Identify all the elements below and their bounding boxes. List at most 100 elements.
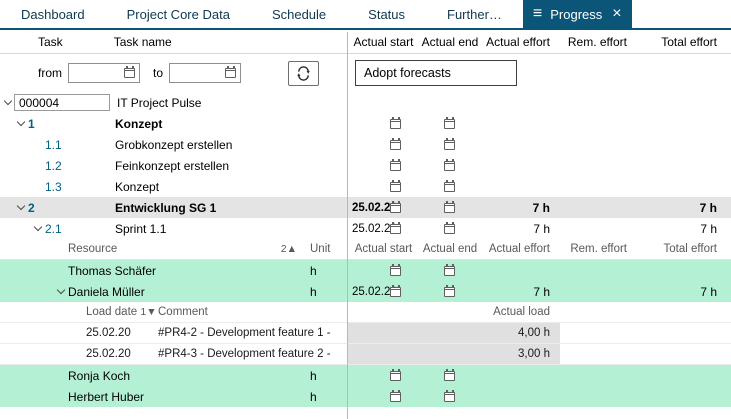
column-actual-start: Actual start (347, 30, 420, 53)
resource-row[interactable]: Thomas Schäfer h (0, 260, 731, 281)
chevron-down-icon[interactable] (14, 206, 28, 209)
task-row[interactable]: 1.1 Grobkonzept erstellen (0, 134, 731, 155)
resource-name: Daniela Müller (68, 285, 307, 299)
progress-view: Dashboard Project Core Data Schedule Sta… (0, 0, 731, 419)
resource-row[interactable]: Daniela Müller h 25.02.20 7 h 7 h (0, 281, 731, 302)
column-comment[interactable]: Comment (158, 306, 347, 318)
column-actual-effort: Actual effort (480, 30, 560, 53)
calendar-icon[interactable] (390, 224, 401, 234)
task-row[interactable]: 1.2 Feinkonzept erstellen (0, 155, 731, 176)
load-comment: #PR4-3 - Development feature 2 - (158, 348, 347, 360)
column-total-effort: Total effort (635, 30, 731, 53)
task-id[interactable]: 1.3 (45, 180, 115, 194)
to-label: to (153, 66, 163, 80)
column-total-effort: Total effort (635, 239, 731, 259)
calendar-icon[interactable] (444, 287, 455, 297)
task-row[interactable]: 2 Entwicklung SG 1 25.02.20 7 h 7 h (0, 197, 731, 218)
calendar-icon[interactable] (225, 68, 236, 78)
chevron-down-icon[interactable] (14, 122, 28, 125)
sort-indicator[interactable]: 2▲ (281, 243, 297, 255)
column-actual-end: Actual end (420, 239, 480, 259)
load-header-row: Load date 1▼ Comment Actual load (0, 302, 731, 323)
load-date: 25.02.20 (86, 348, 158, 360)
sort-indicator[interactable]: 1▼ (140, 306, 156, 318)
resource-header-row: Resource 2▲ Unit Actual start Actual end… (0, 239, 731, 260)
calendar-icon[interactable] (444, 203, 455, 213)
total-effort-value: 7 h (635, 281, 731, 302)
resource-row[interactable]: Ronja Koch h (0, 365, 731, 386)
calendar-icon[interactable] (444, 392, 455, 402)
column-header-row: Task Task name Actual start Actual end A… (0, 30, 731, 54)
task-row[interactable]: 2.1 Sprint 1.1 25.02.20 7 h 7 h (0, 218, 731, 239)
panel-divider (347, 32, 348, 419)
tab-further[interactable]: Further… (426, 0, 523, 28)
actual-start-value: 25.02.20 (352, 202, 390, 214)
chevron-down-icon[interactable] (2, 101, 14, 104)
calendar-icon[interactable] (444, 119, 455, 129)
task-name: Konzept (115, 117, 162, 131)
refresh-icon (296, 66, 311, 81)
calendar-icon[interactable] (444, 140, 455, 150)
actual-load-value: 3,00 h (347, 344, 560, 364)
resource-row[interactable]: Herbert Huber h (0, 386, 731, 407)
load-row[interactable]: 25.02.20 #PR4-2 - Development feature 1 … (0, 323, 731, 344)
total-effort-value: 7 h (635, 218, 731, 239)
calendar-icon[interactable] (390, 392, 401, 402)
filter-row: from to Adopt forecasts (0, 54, 731, 92)
calendar-icon[interactable] (444, 371, 455, 381)
calendar-icon[interactable] (444, 182, 455, 192)
tab-status[interactable]: Status (347, 0, 426, 28)
close-icon[interactable]: × (612, 6, 621, 22)
calendar-icon[interactable] (444, 161, 455, 171)
calendar-icon[interactable] (124, 68, 135, 78)
calendar-icon[interactable] (444, 266, 455, 276)
actual-load-value: 4,00 h (347, 323, 560, 343)
chevron-down-icon[interactable] (54, 290, 68, 293)
actual-start-value: 25.02.20 (352, 286, 390, 298)
load-row[interactable]: 25.02.20 #PR4-3 - Development feature 2 … (0, 344, 731, 365)
task-id[interactable]: 1.1 (45, 138, 115, 152)
task-id[interactable]: 2.1 (45, 222, 115, 236)
task-row[interactable]: 1 Konzept (0, 113, 731, 134)
calendar-icon[interactable] (390, 266, 401, 276)
task-name: Grobkonzept erstellen (115, 138, 232, 152)
tab-progress[interactable]: ≡ Progress × (523, 0, 632, 28)
actual-effort-value: 7 h (480, 218, 560, 239)
calendar-icon[interactable] (444, 224, 455, 234)
resource-unit: h (307, 285, 347, 299)
task-row[interactable]: 1.3 Konzept (0, 176, 731, 197)
tab-schedule[interactable]: Schedule (251, 0, 347, 28)
column-rem-effort: Rem. effort (560, 239, 635, 259)
calendar-icon[interactable] (390, 119, 401, 129)
resource-name: Ronja Koch (68, 369, 307, 383)
tab-dashboard[interactable]: Dashboard (0, 0, 106, 28)
calendar-icon[interactable] (390, 287, 401, 297)
tab-project-core-data[interactable]: Project Core Data (106, 0, 251, 28)
task-name: Sprint 1.1 (115, 222, 166, 236)
menu-icon[interactable]: ≡ (533, 6, 542, 22)
project-root-row[interactable]: 000004 IT Project Pulse (0, 92, 731, 113)
calendar-icon[interactable] (390, 140, 401, 150)
column-unit[interactable]: Unit (307, 243, 347, 255)
task-id[interactable]: 1.2 (45, 159, 115, 173)
project-id-input[interactable]: 000004 (14, 94, 110, 111)
from-date-input[interactable] (68, 63, 140, 83)
refresh-button[interactable] (288, 61, 319, 86)
column-task-name: Task name (114, 35, 172, 49)
adopt-forecasts-button[interactable]: Adopt forecasts (355, 60, 517, 86)
task-id[interactable]: 1 (28, 117, 115, 131)
column-resource[interactable]: Resource (68, 243, 117, 255)
total-effort-value: 7 h (635, 197, 731, 218)
chevron-down-icon[interactable] (31, 227, 45, 230)
column-load-date[interactable]: Load date 1▼ (86, 306, 158, 318)
calendar-icon[interactable] (390, 182, 401, 192)
resource-unit: h (307, 390, 347, 404)
to-date-input[interactable] (169, 63, 241, 83)
calendar-icon[interactable] (390, 161, 401, 171)
task-name: Konzept (115, 180, 159, 194)
resource-unit: h (307, 369, 347, 383)
task-id[interactable]: 2 (28, 201, 115, 215)
calendar-icon[interactable] (390, 371, 401, 381)
actual-start-value: 25.02.20 (352, 223, 390, 235)
calendar-icon[interactable] (390, 203, 401, 213)
